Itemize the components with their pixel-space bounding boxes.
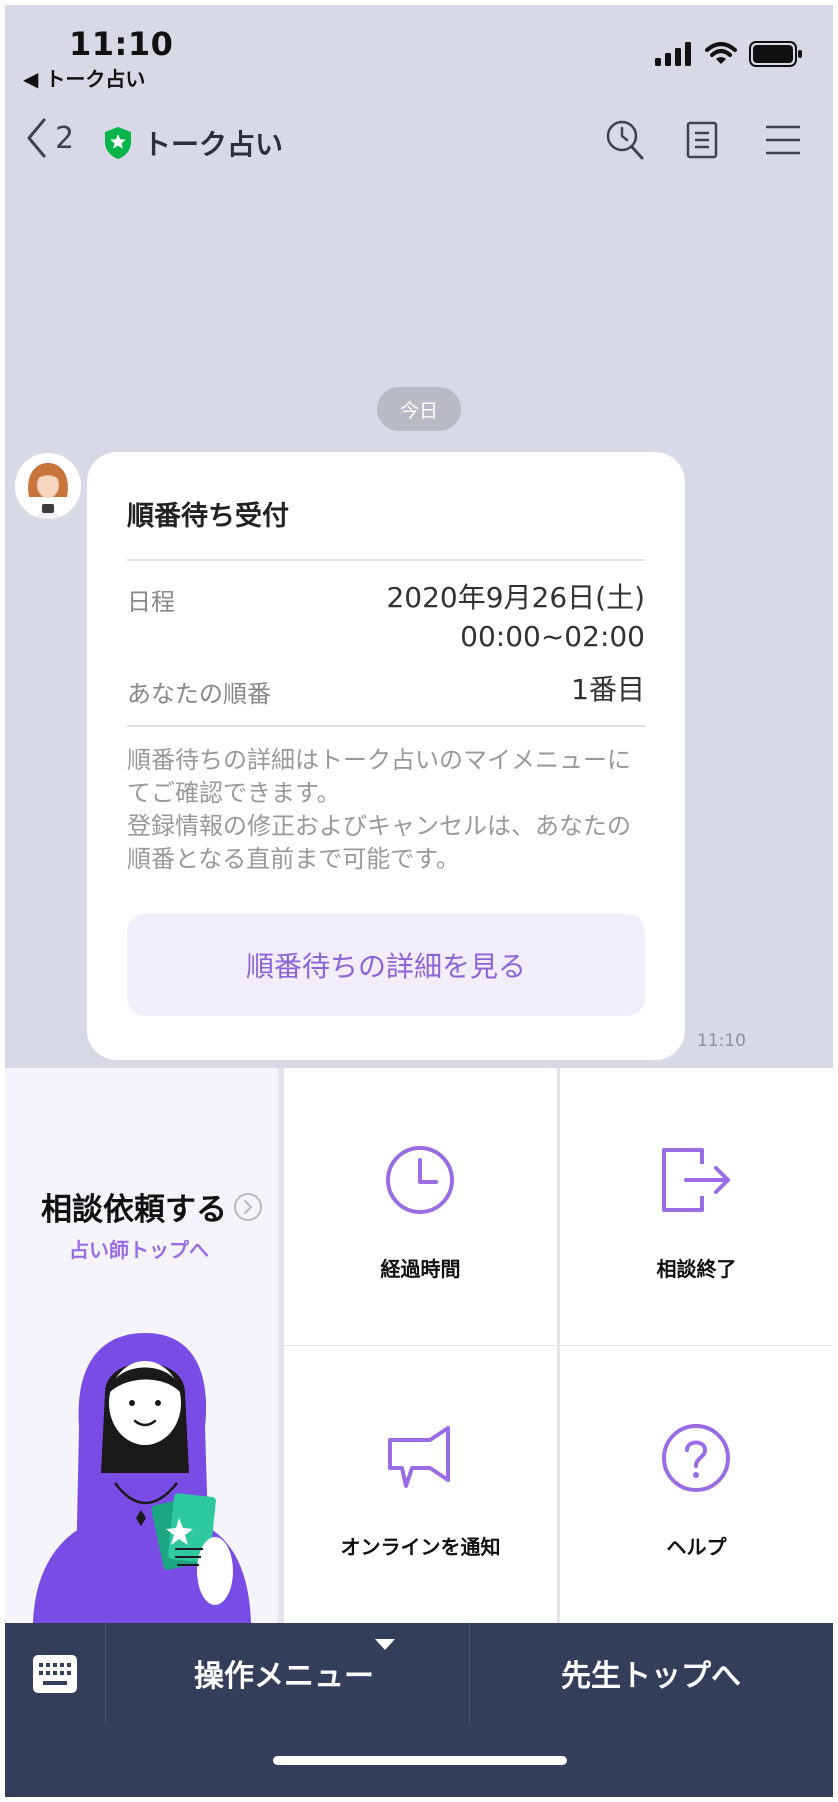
chat-title-text: トーク占い bbox=[143, 128, 284, 161]
bottom-bar: 操作メニュー 先生トップへ bbox=[5, 1623, 833, 1797]
operation-menu-button[interactable]: 操作メニュー bbox=[105, 1623, 463, 1723]
unread-count: 2 bbox=[55, 120, 75, 156]
official-shield-icon bbox=[105, 127, 131, 159]
notes-button[interactable] bbox=[686, 119, 718, 165]
search-icon bbox=[606, 120, 644, 160]
schedule-time: 00:00~02:00 bbox=[460, 620, 645, 653]
elapsed-time-label: 経過時間 bbox=[380, 1257, 461, 1281]
signal-icon bbox=[655, 42, 691, 66]
divider bbox=[127, 725, 645, 727]
notify-online-label: オンラインを通知 bbox=[340, 1535, 501, 1559]
message-card: 順番待ち受付 日程 2020年9月26日(土) 00:00~02:00 あなたの… bbox=[87, 452, 685, 1060]
teacher-top-label: 先生トップへ bbox=[561, 1659, 741, 1694]
hamburger-icon bbox=[766, 125, 800, 155]
avatar[interactable] bbox=[15, 453, 81, 519]
schedule-date: 2020年9月26日(土) bbox=[386, 581, 645, 614]
status-back-app[interactable]: ◀ トーク占い bbox=[23, 63, 145, 92]
card-description: 順番待ちの詳細はトーク占いのマイメニューにてご確認できます。 登録情報の修正およ… bbox=[127, 744, 647, 876]
consult-subtitle: 占い師トップへ bbox=[69, 1238, 209, 1262]
order-label: あなたの順番 bbox=[127, 680, 271, 708]
end-consultation-button[interactable]: 相談終了 bbox=[560, 1068, 833, 1345]
home-indicator[interactable] bbox=[273, 1756, 567, 1765]
keyboard-button[interactable] bbox=[33, 1655, 77, 1697]
divider bbox=[127, 559, 645, 561]
notify-online-button[interactable]: オンラインを通知 bbox=[284, 1346, 557, 1623]
operation-menu-label: 操作メニュー bbox=[194, 1659, 374, 1694]
back-button[interactable]: 2 bbox=[25, 117, 74, 159]
description-line: 登録情報の修正およびキャンセルは、あなたの順番となる直前まで可能です。 bbox=[127, 812, 631, 873]
phone-screen: 11:10 ◀ トーク占い 2 トーク占い 今日 順番待ち受付 日程 2020年… bbox=[5, 5, 833, 1797]
battery-icon bbox=[749, 41, 802, 67]
fortune-teller-illustration-icon bbox=[33, 1333, 251, 1623]
nav-bar: 2 トーク占い bbox=[5, 103, 833, 183]
view-details-button[interactable]: 順番待ちの詳細を見る bbox=[127, 914, 645, 1016]
status-time: 11:10 bbox=[69, 25, 174, 63]
schedule-value: 2020年9月26日(土) 00:00~02:00 bbox=[386, 578, 645, 656]
card-title: 順番待ち受付 bbox=[127, 501, 289, 532]
consult-title: 相談依頼する bbox=[41, 1184, 263, 1229]
note-icon bbox=[686, 121, 718, 159]
menu-button[interactable] bbox=[765, 125, 801, 159]
wifi-icon bbox=[705, 42, 737, 64]
keyboard-icon bbox=[33, 1655, 77, 1693]
consult-request-button[interactable]: 相談依頼する 占い師トップへ bbox=[5, 1068, 278, 1623]
clock-icon bbox=[386, 1146, 454, 1214]
chevron-right-circle-icon bbox=[234, 1192, 262, 1221]
description-line: 順番待ちの詳細はトーク占いのマイメニューにてご確認できます。 bbox=[127, 746, 631, 807]
consult-title-text: 相談依頼する bbox=[41, 1192, 227, 1228]
teacher-top-button[interactable]: 先生トップへ bbox=[469, 1623, 833, 1723]
megaphone-icon bbox=[388, 1426, 450, 1488]
help-button[interactable]: ヘルプ bbox=[560, 1346, 833, 1623]
end-consultation-label: 相談終了 bbox=[656, 1257, 737, 1281]
help-icon bbox=[662, 1424, 730, 1492]
date-separator: 今日 bbox=[377, 387, 461, 431]
chat-title[interactable]: トーク占い bbox=[103, 123, 283, 163]
fortune-teller-avatar-icon bbox=[15, 453, 81, 519]
rich-menu: 相談依頼する 占い師トップへ 経過時間 相談終了 オンラインを通知 ヘルプ bbox=[5, 1068, 833, 1623]
message-time: 11:10 bbox=[697, 1031, 746, 1051]
schedule-label: 日程 bbox=[127, 588, 175, 616]
caret-down-icon bbox=[375, 1639, 395, 1650]
elapsed-time-button[interactable]: 経過時間 bbox=[284, 1068, 557, 1345]
search-button[interactable] bbox=[605, 119, 645, 165]
chevron-left-icon bbox=[27, 118, 46, 158]
order-value: 1番目 bbox=[571, 673, 645, 706]
exit-icon bbox=[662, 1148, 730, 1212]
help-label: ヘルプ bbox=[666, 1535, 727, 1559]
status-icons bbox=[655, 41, 803, 67]
